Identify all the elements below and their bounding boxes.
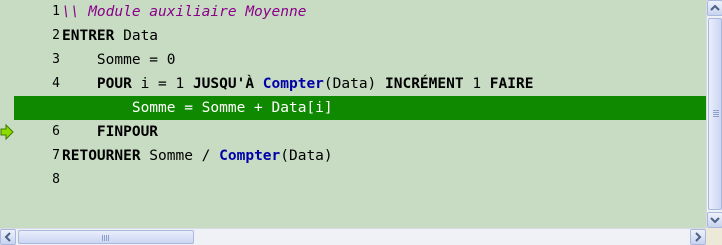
code-token-comment: \\ Module auxiliaire Moyenne xyxy=(62,4,307,20)
arrow-left-icon xyxy=(4,232,11,242)
code-token-text: Somme = 0 xyxy=(62,52,176,68)
code-line[interactable]: \\ Module auxiliaire Moyenne xyxy=(62,0,306,24)
line-number: 4 xyxy=(52,76,60,91)
arrow-right-icon xyxy=(695,232,702,242)
scroll-down-button[interactable] xyxy=(707,212,722,228)
code-line[interactable]: FINPOUR xyxy=(62,120,158,144)
thumb-grip xyxy=(713,114,719,115)
line-number: 2 xyxy=(52,28,60,43)
code-token-text: Somme = Somme + Data[i] xyxy=(62,100,333,116)
line-number: 8 xyxy=(52,172,60,187)
arrow-down-icon xyxy=(710,217,720,224)
vertical-scrollbar[interactable] xyxy=(706,0,722,228)
arrow-up-icon xyxy=(710,4,720,11)
scrollbar-corner xyxy=(706,228,722,245)
horizontal-scroll-thumb[interactable] xyxy=(18,230,194,244)
code-token-keyword: ENTRER xyxy=(62,28,115,44)
breakpoint-gutter[interactable] xyxy=(0,0,14,228)
code-line[interactable]: RETOURNER Somme / Compter(Data) xyxy=(62,144,333,168)
code-token-function: Compter xyxy=(219,148,281,164)
code-line[interactable]: POUR i = 1 JUSQU'À Compter(Data) INCRÉME… xyxy=(62,72,534,96)
line-number: 6 xyxy=(52,124,60,139)
line-number: 3 xyxy=(52,52,60,67)
code-token-keyword: FAIRE xyxy=(489,76,534,92)
scroll-left-button[interactable] xyxy=(0,229,16,245)
scroll-right-button[interactable] xyxy=(690,229,706,245)
thumb-grip xyxy=(108,235,109,241)
code-token-keyword: FINPOUR xyxy=(96,124,159,140)
vertical-scroll-thumb[interactable] xyxy=(708,18,722,210)
code-token-text: (Data) xyxy=(280,148,333,164)
thumb-grip xyxy=(713,110,719,111)
code-token-keyword: JUSQU'À xyxy=(192,76,255,92)
code-token-keyword: RETOURNER xyxy=(62,148,141,164)
code-editor[interactable]: 12345678 \\ Module auxiliaire MoyenneENT… xyxy=(0,0,706,228)
code-line[interactable]: Somme = 0 xyxy=(62,48,176,72)
current-code-line[interactable]: Somme = Somme + Data[i] xyxy=(48,96,706,120)
line-number: 7 xyxy=(52,148,60,163)
code-line[interactable]: ENTRER Data xyxy=(62,24,158,48)
line-number: 1 xyxy=(52,4,60,19)
horizontal-scrollbar[interactable] xyxy=(0,228,706,245)
scroll-up-button[interactable] xyxy=(707,0,722,16)
code-token-function: Compter xyxy=(262,76,324,92)
code-area[interactable]: \\ Module auxiliaire Moyenne ENTRER Data … xyxy=(48,0,706,228)
thumb-grip xyxy=(104,235,105,241)
code-token-keyword: POUR xyxy=(96,76,132,92)
thumb-grip xyxy=(102,235,103,241)
thumb-grip xyxy=(106,235,107,241)
code-token-keyword: INCRÉMENT xyxy=(385,76,464,92)
code-token-text: Somme / xyxy=(140,148,220,164)
code-token-text: Data xyxy=(114,28,159,44)
code-token-text: i = 1 xyxy=(131,76,193,92)
code-token-text: (Data) xyxy=(323,76,386,92)
green-arrow-icon xyxy=(0,120,14,144)
thumb-grip xyxy=(713,116,719,117)
code-token-text: 1 xyxy=(463,76,490,92)
thumb-grip xyxy=(713,112,719,113)
